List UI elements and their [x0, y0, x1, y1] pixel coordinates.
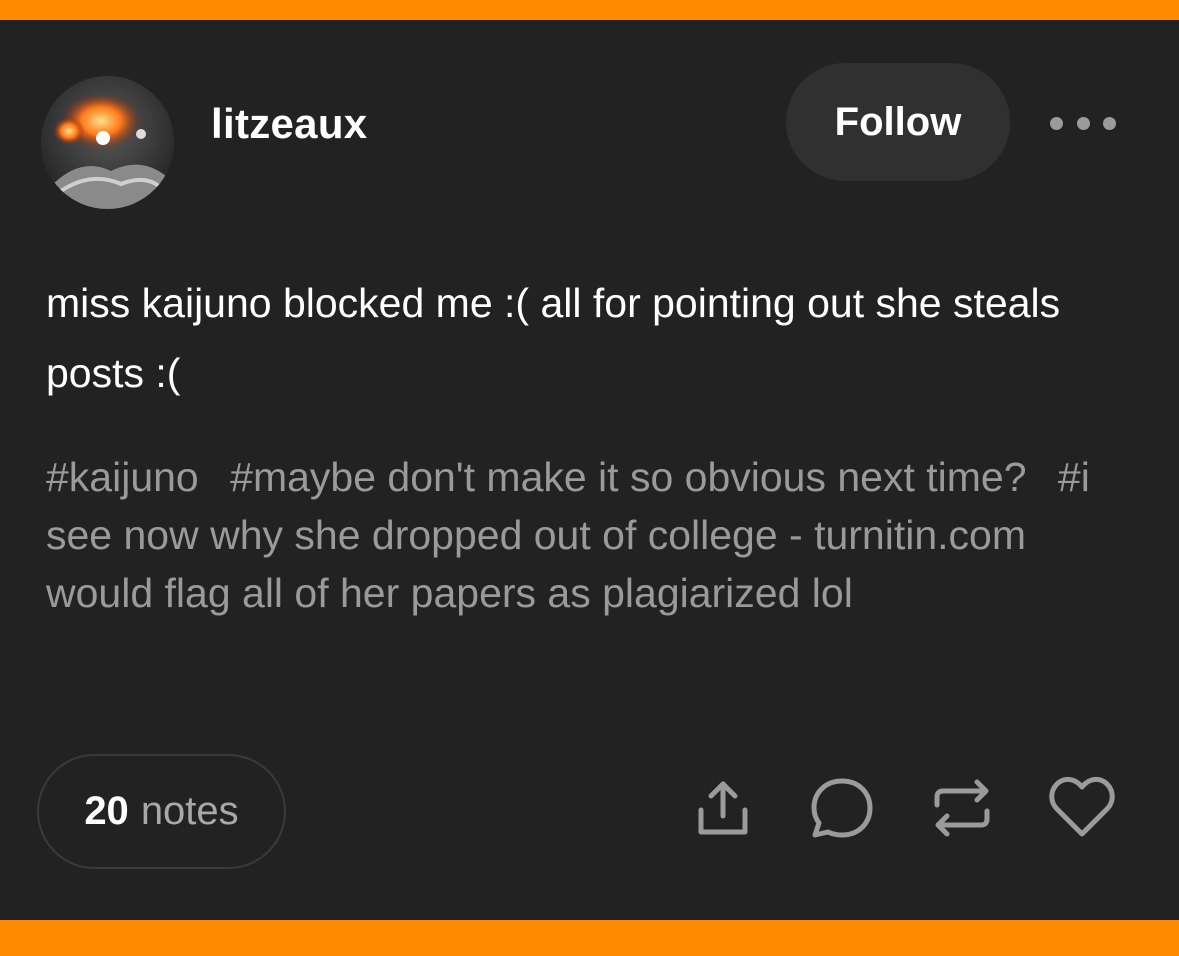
tag-list: #kaijuno #maybe don't make it so obvious… — [46, 448, 1136, 622]
follow-button[interactable]: Follow — [786, 63, 1010, 181]
username[interactable]: litzeaux — [211, 100, 367, 148]
notes-count: 20 — [84, 789, 129, 833]
share-icon[interactable] — [685, 770, 761, 846]
tag[interactable]: #maybe don't make it so obvious next tim… — [230, 454, 1026, 500]
avatar[interactable] — [41, 76, 174, 209]
notes-button[interactable]: 20 notes — [37, 754, 286, 869]
reply-icon[interactable] — [804, 770, 880, 846]
heart-icon[interactable] — [1044, 770, 1120, 846]
notes-label: notes — [140, 789, 239, 833]
tag[interactable]: #kaijuno — [46, 454, 199, 500]
more-options-icon[interactable] — [1050, 108, 1116, 138]
post-card: litzeaux Follow miss kaijuno blocked me … — [0, 20, 1179, 920]
reblog-icon[interactable] — [924, 770, 1000, 846]
post-body: miss kaijuno blocked me :( all for point… — [46, 280, 1061, 396]
